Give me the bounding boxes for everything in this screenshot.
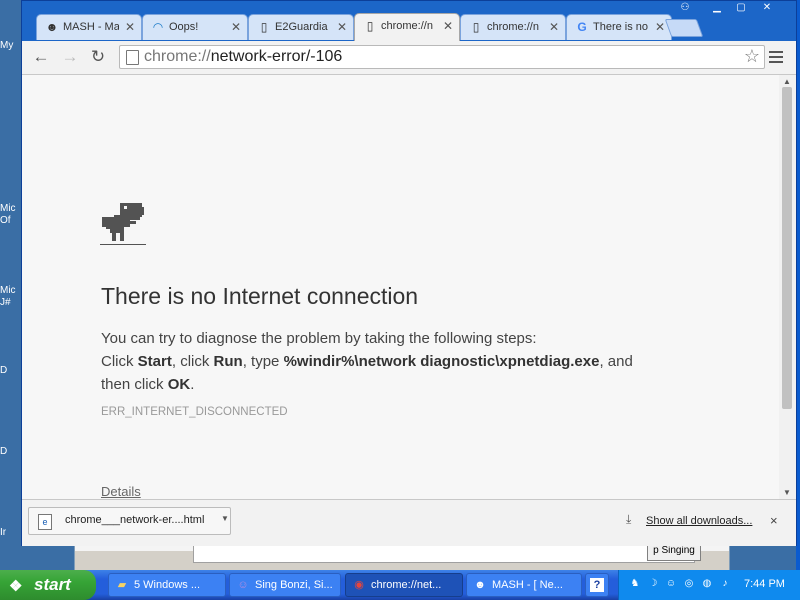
chrome-window: ☻ MASH - Ma ✕ ◠ Oops! ✕ ▯ E2Guardia ✕ ▯ … <box>21 0 797 546</box>
tab-title: Oops! <box>169 21 199 33</box>
google-icon: G <box>577 20 587 34</box>
task-label: chrome://net... <box>371 579 442 591</box>
download-icon: ⤓ <box>626 512 632 526</box>
close-icon[interactable]: ✕ <box>231 20 241 34</box>
scrollbar-thumb[interactable] <box>782 87 792 409</box>
page-icon: ▯ <box>472 20 480 34</box>
page-icon: ▯ <box>366 19 374 33</box>
show-all-downloads-link[interactable]: Show all downloads... <box>646 515 752 527</box>
taskbar-item-bonzi[interactable]: ☺ Sing Bonzi, Si... <box>229 573 341 597</box>
tab-title: E2Guardia <box>275 21 328 33</box>
star-icon[interactable]: ☆ <box>744 46 760 67</box>
desktop-icon-label[interactable]: D <box>0 365 22 376</box>
back-icon[interactable]: ← <box>31 47 51 67</box>
tab-title: chrome://n <box>487 21 539 33</box>
speaker-tray-icon[interactable]: ♪ <box>719 578 731 590</box>
new-tab-button[interactable] <box>664 19 704 37</box>
chevron-down-icon[interactable]: ▼ <box>221 514 229 523</box>
url-scheme: chrome:// <box>144 48 211 65</box>
details-button[interactable]: Details <box>101 484 141 499</box>
tab-chrome-network-error-active[interactable]: ▯ chrome://n ✕ <box>354 13 460 41</box>
close-icon[interactable]: ✕ <box>443 19 453 33</box>
tab-mash[interactable]: ☻ MASH - Ma ✕ <box>36 14 142 40</box>
banana-tray-icon[interactable]: ☽ <box>647 578 659 590</box>
toolbar: ← → ↻ chrome://network-error/-106 ☆ <box>22 41 796 75</box>
scroll-down-icon[interactable]: ▼ <box>783 488 791 497</box>
error-headline: There is no Internet connection <box>101 283 419 309</box>
instructions-intro: You can try to diagnose the problem by t… <box>101 330 537 347</box>
tab-strip: ☻ MASH - Ma ✕ ◠ Oops! ✕ ▯ E2Guardia ✕ ▯ … <box>22 1 798 41</box>
globe-tray-icon[interactable]: ◍ <box>701 578 713 590</box>
task-label: MASH - [ Ne... <box>492 579 563 591</box>
desktop-icon-label[interactable]: D <box>0 446 22 457</box>
scroll-up-icon[interactable]: ▲ <box>783 77 791 86</box>
mash-icon: ☻ <box>474 579 486 591</box>
background-window-field[interactable] <box>193 543 695 563</box>
dinosaur-icon <box>100 203 146 245</box>
url-text[interactable]: chrome://network-error/-106 <box>144 48 342 66</box>
instructions-step-end: then click OK. <box>101 376 195 393</box>
tab-e2guardian[interactable]: ▯ E2Guardia ✕ <box>248 14 354 40</box>
system-tray: ♞ ☽ ☺ ◎ ◍ ♪ 7:44 PM <box>618 570 800 600</box>
bonzi-tray-icon[interactable]: ☺ <box>665 578 677 590</box>
desktop-icon-label[interactable]: My <box>0 40 22 51</box>
taskbar-item-mash[interactable]: ☻ MASH - [ Ne... <box>466 573 582 597</box>
start-label: start <box>34 575 71 594</box>
taskbar: ❖ start ▰ 5 Windows ... ☺ Sing Bonzi, Si… <box>0 570 800 600</box>
close-window-icon[interactable]: ✕ <box>756 1 778 15</box>
close-icon[interactable]: ✕ <box>549 20 559 34</box>
desktop-icon-label[interactable]: Mic <box>0 203 22 214</box>
tab-title: There is no <box>593 21 649 33</box>
maximize-icon[interactable]: ▢ <box>730 1 752 15</box>
download-shelf: e chrome___network-er....html ▼ ⤓ Show a… <box>22 499 796 546</box>
ie-file-icon: e <box>38 514 52 530</box>
windows-flag-icon: ❖ <box>9 578 23 595</box>
tab-there-is-no[interactable]: G There is no ✕ <box>566 14 672 40</box>
task-label: 5 Windows ... <box>134 579 201 591</box>
reload-icon[interactable]: ↻ <box>88 47 108 67</box>
desktop-icon-label[interactable]: Ir <box>0 527 22 538</box>
tab-title: MASH - Ma <box>63 21 119 33</box>
minimize-icon[interactable]: ▁ <box>706 1 728 15</box>
taskbar-item-help[interactable]: ? <box>585 573 609 597</box>
close-icon[interactable]: ✕ <box>337 20 347 34</box>
close-shelf-icon[interactable]: × <box>770 513 778 528</box>
page-icon <box>126 50 139 65</box>
task-label: Sing Bonzi, Si... <box>255 579 333 591</box>
forward-icon[interactable]: → <box>60 47 80 67</box>
vertical-scrollbar[interactable]: ▲ ▼ <box>779 75 796 499</box>
oops-icon: ◠ <box>152 20 164 34</box>
address-bar[interactable]: chrome://network-error/-106 ☆ <box>119 45 765 69</box>
desktop-icon-label[interactable]: J# <box>0 297 22 308</box>
instructions-step: Click Start, click Run, type %windir%\ne… <box>101 353 633 370</box>
desktop-icon-label[interactable]: Of <box>0 215 22 226</box>
tab-chrome-network-error[interactable]: ▯ chrome://n ✕ <box>460 14 566 40</box>
page-icon: ▯ <box>260 20 268 34</box>
bonzi-icon: ☺ <box>237 579 249 591</box>
taskbar-item-windows-explorer[interactable]: ▰ 5 Windows ... <box>108 573 226 597</box>
page-content: There is no Internet connection You can … <box>22 75 779 499</box>
download-filename: chrome___network-er....html <box>65 514 205 526</box>
mash-icon: ☻ <box>45 20 59 34</box>
tab-title: chrome://n <box>381 20 433 32</box>
profile-icon[interactable]: ⚇ <box>674 1 696 15</box>
tab-oops[interactable]: ◠ Oops! ✕ <box>142 14 248 40</box>
network-tray-icon[interactable]: ◎ <box>683 578 695 590</box>
clock[interactable]: 7:44 PM <box>744 578 785 590</box>
wizard-tray-icon[interactable]: ♞ <box>629 578 641 590</box>
error-code: ERR_INTERNET_DISCONNECTED <box>101 406 288 418</box>
chrome-icon: ◉ <box>354 579 364 591</box>
desktop-icon-label[interactable]: Mic <box>0 285 22 296</box>
taskbar-item-chrome[interactable]: ◉ chrome://net... <box>345 573 463 597</box>
download-item[interactable]: e chrome___network-er....html ▼ <box>28 507 231 535</box>
folder-icon: ▰ <box>117 579 127 591</box>
menu-icon[interactable] <box>768 48 784 66</box>
help-icon: ? <box>590 578 604 592</box>
start-button[interactable]: ❖ start <box>0 570 96 600</box>
url-path: network-error/-106 <box>210 48 343 65</box>
close-icon[interactable]: ✕ <box>125 20 135 34</box>
close-icon[interactable]: ✕ <box>655 20 665 34</box>
error-instructions: You can try to diagnose the problem by t… <box>101 327 701 396</box>
